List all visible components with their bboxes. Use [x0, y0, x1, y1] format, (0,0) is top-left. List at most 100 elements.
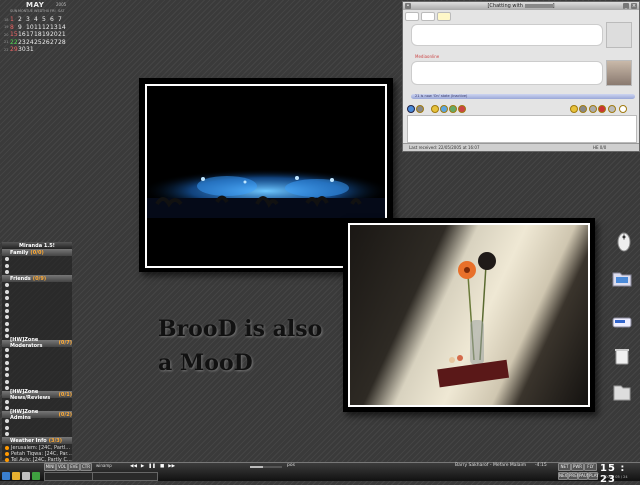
tray-button[interactable]: NET [558, 463, 571, 471]
calendar-day[interactable]: 19 [42, 31, 50, 38]
tray-button[interactable]: PWR [571, 463, 584, 471]
tray-media-button[interactable]: PREV [568, 472, 579, 480]
minimize-icon[interactable]: _ [623, 3, 629, 9]
smiley-icon[interactable] [431, 105, 439, 113]
contact-item[interactable]: Petah Tiqwa: [24C, Par... [2, 451, 72, 457]
chat-tabs [405, 12, 451, 21]
network-icon[interactable] [612, 312, 632, 332]
chat-status-bar: Last received: 22/05/2005 at 16:07 HE 0/… [403, 143, 639, 151]
calendar-day[interactable]: 12 [42, 24, 50, 31]
contact-group-header[interactable]: [HW]Zone News/Reviews (0/1) [2, 389, 72, 401]
trash-icon[interactable] [612, 346, 632, 366]
chat-menu-icon[interactable]: • [405, 3, 411, 9]
calendar-week: 22 29 30 31 [4, 46, 66, 54]
stop-icon[interactable]: ■ [160, 464, 164, 469]
contact-group-header[interactable]: [HW]Zone Admins (0/2) [2, 409, 72, 421]
miranda-contact-list[interactable]: Miranda 1.5! Family (0/0) Friends (0/9) [HW]… [2, 242, 72, 463]
mouse-icon[interactable] [614, 232, 634, 252]
chat-title: [Chatting with [487, 3, 525, 9]
close-icon[interactable]: × [631, 3, 637, 9]
calendar-day[interactable]: 2 [18, 16, 26, 23]
chat-window[interactable]: • [Chatting with ] _ × Mediaonline 21 is… [402, 1, 640, 152]
calendar-day[interactable]: 24 [26, 39, 34, 46]
calendar-day[interactable]: 1 [10, 16, 18, 23]
quicklaunch-icon[interactable] [32, 472, 40, 480]
calendar-day[interactable]: 13 [50, 24, 58, 31]
calendar-day[interactable]: 18 [34, 31, 42, 38]
calendar-day[interactable]: 27 [50, 39, 58, 46]
calendar-widget: MAY 2005 SUN MON TUE WED THU FRI SAT 18 1 2 3 4 5 6 7… [4, 1, 68, 53]
prev-icon[interactable]: ◀◀ [130, 464, 137, 469]
message-input[interactable] [407, 115, 637, 143]
chat-tab[interactable] [421, 12, 435, 21]
contact-group-header[interactable]: Family (0/0) [2, 249, 72, 256]
calendar-day[interactable]: 7 [58, 16, 66, 23]
calendar-day[interactable]: 9 [18, 24, 26, 31]
calendar-day[interactable]: 21 [58, 31, 66, 38]
calendar-day[interactable]: 28 [58, 39, 66, 46]
quicklaunch-icon[interactable] [22, 472, 30, 480]
calendar-day[interactable]: 25 [34, 39, 42, 46]
taskbar-mini-button[interactable]: CTR [80, 463, 92, 471]
color-icon[interactable] [598, 105, 606, 113]
calendar-day[interactable]: 31 [26, 46, 34, 53]
settings-icon[interactable] [608, 105, 616, 113]
calendar-day[interactable]: 10 [26, 24, 34, 31]
chat-tab-active[interactable] [437, 12, 451, 21]
calendar-day[interactable]: 15 [10, 31, 18, 38]
calendar-day[interactable]: 23 [18, 39, 26, 46]
start-icon[interactable] [2, 472, 10, 480]
seek-bar[interactable] [250, 466, 282, 468]
add-contact-icon[interactable] [449, 105, 457, 113]
calendar-day[interactable]: 22 [10, 39, 18, 46]
tray-media-button[interactable]: PAUSE [578, 472, 592, 480]
calendar-day[interactable]: 6 [50, 16, 58, 23]
calendar-day[interactable]: 26 [42, 39, 50, 46]
contact-avatar [606, 22, 632, 48]
calendar-day[interactable]: 17 [26, 31, 34, 38]
calendar-weekday: WED [34, 9, 43, 13]
miranda-title-bar[interactable]: Miranda 1.5! [2, 242, 72, 249]
tray-media-button[interactable]: NEXT [558, 472, 570, 480]
contact-item[interactable]: Jerusalem: [24C, Partl... [2, 444, 72, 451]
group-count: (0/1) [58, 391, 72, 398]
flowers-photo-frame [343, 218, 595, 412]
pause-icon[interactable]: ❚❚ [148, 464, 156, 469]
taskbar-mini-button[interactable]: EVE [68, 463, 80, 471]
format-icon[interactable] [579, 105, 587, 113]
send-icon[interactable] [619, 105, 627, 113]
calendar-day[interactable]: 14 [58, 24, 66, 31]
own-avatar [606, 60, 632, 86]
calendar-day[interactable]: 20 [50, 31, 58, 38]
calendar-day[interactable]: 11 [34, 24, 42, 31]
calendar-day[interactable]: 5 [42, 16, 50, 23]
taskbar-mini-button[interactable]: MINI [44, 463, 56, 471]
documents-folder-icon[interactable] [612, 382, 632, 402]
contact-group-header[interactable]: Weather Info (3/3) [2, 437, 72, 445]
contact-group-header[interactable]: Friends (0/9) [2, 275, 72, 283]
bold-icon[interactable] [589, 105, 597, 113]
quicklaunch-icon[interactable] [12, 472, 20, 480]
status-icon [5, 425, 9, 430]
tray-button[interactable]: FLY [584, 463, 597, 471]
calendar-day[interactable]: 30 [18, 46, 26, 53]
calendar-day[interactable]: 29 [10, 46, 18, 53]
taskbar-mini-button[interactable]: VOL [56, 463, 68, 471]
status-icon [5, 406, 9, 410]
folder-icon[interactable] [612, 268, 632, 288]
send-file-icon[interactable] [440, 105, 448, 113]
user-menu-icon[interactable] [458, 105, 466, 113]
calendar-day[interactable]: 16 [18, 31, 26, 38]
history-icon[interactable] [416, 105, 424, 113]
chat-title-bar[interactable]: • [Chatting with ] _ × [403, 2, 639, 10]
contact-group-header[interactable]: [HW]Zone Moderators (0/7) [2, 337, 72, 349]
tray-media-button[interactable]: PLAY [588, 472, 599, 480]
contact-info-icon[interactable] [407, 105, 415, 113]
play-icon[interactable]: ▶ [141, 464, 144, 469]
chat-tab[interactable] [405, 12, 419, 21]
calendar-day[interactable]: 8 [10, 24, 18, 31]
next-icon[interactable]: ▶▶ [168, 464, 175, 469]
calendar-day[interactable]: 4 [34, 16, 42, 23]
smiley-icon[interactable] [570, 105, 578, 113]
calendar-day[interactable]: 3 [26, 16, 34, 23]
